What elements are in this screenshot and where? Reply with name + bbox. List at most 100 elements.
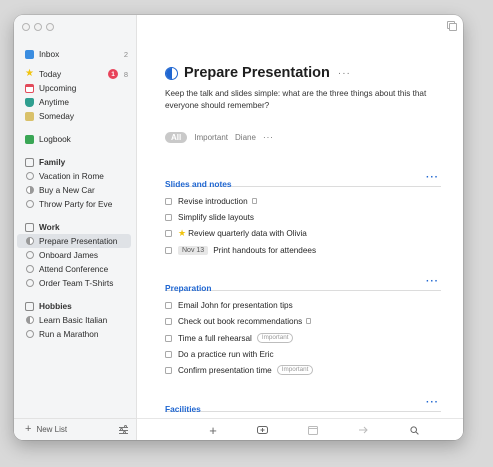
- project-progress-icon: [25, 186, 34, 195]
- project-header: Prepare Presentation ···: [165, 65, 351, 81]
- minimize-window-button[interactable]: [34, 23, 42, 31]
- layers-icon: [25, 97, 34, 107]
- todo-item[interactable]: Confirm presentation time Important: [165, 364, 314, 376]
- area-box-icon: [25, 157, 34, 167]
- today-count: 8: [123, 69, 128, 79]
- area-label: Family: [39, 157, 66, 167]
- area-hobbies[interactable]: Hobbies: [17, 299, 131, 313]
- note-icon: [251, 198, 257, 204]
- tag-filter-diane[interactable]: Diane: [235, 133, 256, 142]
- tag-filter-more-button[interactable]: ···: [263, 133, 274, 142]
- project-vacation-in-rome[interactable]: Vacation in Rome: [17, 169, 131, 183]
- zoom-window-button[interactable]: [46, 23, 54, 31]
- new-list-button[interactable]: New List: [36, 425, 67, 434]
- arrow-right-icon: [359, 426, 368, 434]
- window-controls: [22, 23, 54, 31]
- project-notes[interactable]: Keep the talk and slides simple: what ar…: [165, 88, 435, 112]
- area-work[interactable]: Work: [17, 220, 131, 234]
- note-icon: [306, 318, 312, 324]
- project-progress-icon: [165, 66, 178, 80]
- project-attend-conference[interactable]: Attend Conference: [17, 262, 131, 276]
- settings-sliders-icon[interactable]: [119, 425, 128, 434]
- project-progress-icon: [25, 172, 34, 181]
- todo-item[interactable]: Simplify slide layouts: [165, 211, 254, 223]
- todo-item[interactable]: Check out book recommendations: [165, 315, 312, 327]
- sidebar-item-upcoming[interactable]: Upcoming: [17, 81, 131, 95]
- todo-checkbox[interactable]: [165, 366, 172, 374]
- todo-checkbox[interactable]: [165, 350, 172, 358]
- project-progress-icon: [25, 251, 34, 260]
- project-label: Attend Conference: [39, 264, 109, 274]
- todo-title: Email John for presentation tips: [178, 300, 293, 310]
- todo-checkbox[interactable]: [165, 334, 172, 342]
- project-run-a-marathon[interactable]: Run a Marathon: [17, 327, 131, 341]
- area-box-icon: [25, 301, 34, 311]
- todo-checkbox[interactable]: [165, 301, 172, 309]
- project-progress-icon: [25, 330, 34, 339]
- page-title[interactable]: Prepare Presentation: [184, 65, 330, 81]
- todo-item[interactable]: Email John for presentation tips: [165, 299, 293, 311]
- project-learn-basic-italian[interactable]: Learn Basic Italian: [17, 313, 131, 327]
- tag-chip: Important: [256, 333, 294, 343]
- project-throw-party-for-eve[interactable]: Throw Party for Eve: [17, 197, 131, 211]
- heading-slides-and-notes[interactable]: Slides and notes ···: [165, 172, 441, 189]
- new-heading-button[interactable]: [256, 424, 268, 436]
- project-more-button[interactable]: ···: [338, 68, 351, 79]
- heading-label: Slides and notes: [165, 179, 232, 189]
- calendar-icon: [308, 426, 318, 435]
- sidebar-item-inbox[interactable]: Inbox 2: [17, 47, 131, 61]
- todo-checkbox[interactable]: [165, 229, 172, 237]
- tag-chip: Important: [276, 365, 314, 375]
- schedule-button[interactable]: [307, 424, 319, 436]
- project-progress-icon: [25, 237, 34, 246]
- heading-label: Facilities: [165, 404, 201, 414]
- project-onboard-james[interactable]: Onboard James: [17, 248, 131, 262]
- heading-more-button[interactable]: ···: [426, 276, 439, 287]
- sidebar-item-someday[interactable]: Someday: [17, 109, 131, 123]
- project-label: Prepare Presentation: [39, 236, 118, 246]
- new-todo-button[interactable]: +: [207, 423, 219, 438]
- project-progress-icon: [25, 316, 34, 325]
- heading-facilities[interactable]: Facilities ···: [165, 397, 441, 414]
- star-icon: ★: [25, 68, 34, 79]
- todo-item[interactable]: Nov 13 Print handouts for attendees: [165, 244, 316, 256]
- tag-filter-all[interactable]: All: [165, 132, 188, 143]
- sidebar-item-anytime[interactable]: Anytime: [17, 95, 131, 109]
- sidebar-footer: + New List: [14, 418, 137, 440]
- project-label: Run a Marathon: [39, 329, 99, 339]
- area-family[interactable]: Family: [17, 155, 131, 169]
- heading-more-button[interactable]: ···: [426, 397, 439, 408]
- project-label: Learn Basic Italian: [39, 315, 108, 325]
- project-label: Onboard James: [39, 250, 99, 260]
- heading-more-button[interactable]: ···: [426, 172, 439, 183]
- close-window-button[interactable]: [22, 23, 30, 31]
- todo-item[interactable]: Time a full rehearsal Important: [165, 332, 294, 344]
- project-progress-icon: [25, 279, 34, 288]
- move-button[interactable]: [358, 424, 370, 436]
- project-label: Vacation in Rome: [39, 171, 104, 181]
- inbox-icon: [25, 49, 34, 59]
- todo-item[interactable]: Do a practice run with Eric: [165, 348, 274, 360]
- todo-checkbox[interactable]: [165, 213, 172, 221]
- sidebar-item-logbook[interactable]: Logbook: [17, 132, 131, 146]
- project-label: Throw Party for Eve: [39, 199, 113, 209]
- sidebar-item-today[interactable]: ★ Today 1 8: [17, 67, 131, 81]
- project-buy-a-new-car[interactable]: Buy a New Car: [17, 183, 131, 197]
- project-progress-icon: [25, 200, 34, 209]
- area-box-icon: [25, 222, 34, 232]
- tag-filter-important[interactable]: Important: [194, 133, 228, 142]
- add-heading-icon: [256, 426, 268, 434]
- todo-item[interactable]: ★ Review quarterly data with Olivia: [165, 227, 307, 239]
- project-order-team-t-shirts[interactable]: Order Team T-Shirts: [17, 276, 131, 290]
- project-prepare-presentation[interactable]: Prepare Presentation: [17, 234, 131, 248]
- search-button[interactable]: [408, 424, 420, 436]
- window-mode-icon[interactable]: [447, 21, 457, 31]
- heading-preparation[interactable]: Preparation ···: [165, 276, 441, 293]
- project-progress-icon: [25, 265, 34, 274]
- todo-item[interactable]: Revise introduction: [165, 195, 257, 207]
- todo-checkbox[interactable]: [165, 197, 172, 205]
- todo-checkbox[interactable]: [165, 317, 172, 325]
- deadline-date: Nov 13: [178, 245, 209, 255]
- todo-checkbox[interactable]: [165, 246, 172, 254]
- todo-title: Simplify slide layouts: [178, 212, 254, 222]
